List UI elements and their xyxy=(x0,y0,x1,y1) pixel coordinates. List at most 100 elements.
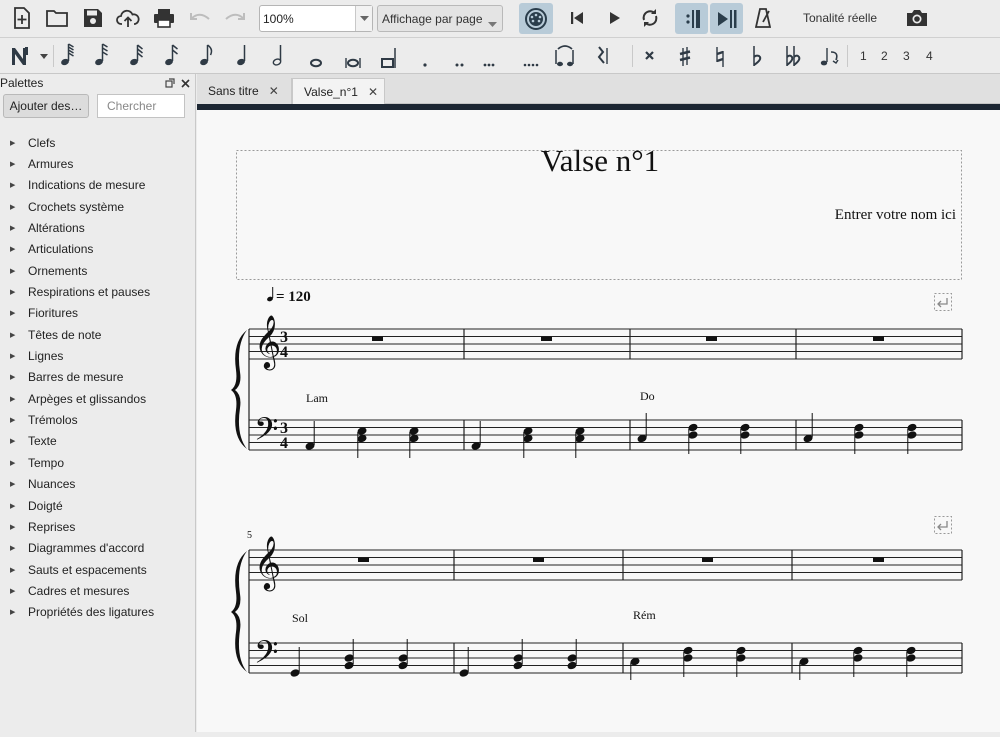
natural-icon[interactable] xyxy=(716,47,724,67)
bass-clef[interactable]: 𝄢 xyxy=(254,636,278,678)
chord-symbol[interactable]: Do xyxy=(640,389,655,403)
1024th-note-icon[interactable] xyxy=(60,43,74,66)
undock-icon[interactable] xyxy=(164,77,176,89)
treble-staff xyxy=(249,328,962,360)
palette-item-articulations[interactable]: ▶ Articulations xyxy=(0,239,195,260)
treble-clef[interactable]: 𝄞 xyxy=(254,315,281,370)
palette-item-respirations[interactable]: ▶ Respirations et pauses xyxy=(0,281,195,302)
palette-item-fioritures[interactable]: ▶ Fioritures xyxy=(0,303,195,324)
palette-item-armures[interactable]: ▶ Armures xyxy=(0,153,195,174)
palette-item-crochets-systeme[interactable]: ▶ Crochets système xyxy=(0,196,195,217)
line-break-icon[interactable] xyxy=(934,293,952,311)
undo-icon[interactable] xyxy=(188,6,212,30)
add-palettes-button[interactable]: Ajouter des… xyxy=(3,94,89,118)
grand-staff-brace[interactable] xyxy=(231,330,247,449)
tab-sans-titre[interactable]: Sans titre ✕ xyxy=(197,78,292,104)
pan-score-toggle[interactable] xyxy=(710,3,743,34)
note-input-toolbar: 1 2 3 4 xyxy=(0,38,1000,74)
close-tab-icon[interactable]: ✕ xyxy=(269,84,279,98)
flat-icon[interactable] xyxy=(753,46,762,66)
augmentation-dot-icon[interactable] xyxy=(423,63,427,67)
loop-icon[interactable] xyxy=(638,6,662,30)
voice-4-button[interactable]: 4 xyxy=(926,49,933,63)
palette-item-lignes[interactable]: ▶ Lignes xyxy=(0,345,195,366)
chord-symbol[interactable]: Sol xyxy=(292,611,309,625)
palette-item-label: Propriétés des ligatures xyxy=(28,605,155,620)
voice-1-button[interactable]: 1 xyxy=(860,49,867,63)
voice-3-button[interactable]: 3 xyxy=(903,49,910,63)
palette-item-tetes-de-note[interactable]: ▶ Têtes de note xyxy=(0,324,195,345)
tie-icon[interactable] xyxy=(555,45,574,67)
chord-symbol[interactable]: Lam xyxy=(306,391,329,405)
play-icon[interactable] xyxy=(604,7,626,29)
bass-clef[interactable]: 𝄢 xyxy=(254,413,278,455)
16th-note-icon[interactable] xyxy=(199,44,213,66)
save-icon[interactable] xyxy=(81,6,105,30)
rest-icon[interactable] xyxy=(597,46,608,64)
open-folder-icon[interactable] xyxy=(45,6,69,30)
palette-item-reprises[interactable]: ▶ Reprises xyxy=(0,516,195,537)
view-mode-select[interactable]: Affichage par page xyxy=(377,5,503,32)
palette-item-texte[interactable]: ▶ Texte xyxy=(0,431,195,452)
palette-item-arpeges[interactable]: ▶ Arpèges et glissandos xyxy=(0,388,195,409)
quarter-note-icon[interactable] xyxy=(236,45,246,66)
sharp-icon[interactable] xyxy=(679,47,691,66)
treble-clef[interactable]: 𝄞 xyxy=(254,536,281,591)
palette-item-tempo[interactable]: ▶ Tempo xyxy=(0,452,195,473)
palette-item-diagrammes-accord[interactable]: ▶ Diagrammes d'accord xyxy=(0,538,195,559)
palette-item-clefs[interactable]: ▶ Clefs xyxy=(0,132,195,153)
midi-input-toggle[interactable] xyxy=(519,3,553,34)
double-sharp-icon[interactable] xyxy=(645,51,654,60)
score-canvas[interactable]: Valse n°1 Entrer votre nom ici = 120 𝄞 𝄢… xyxy=(197,110,1000,732)
rewind-icon[interactable] xyxy=(566,7,588,29)
score-title[interactable]: Valse n°1 xyxy=(541,143,659,178)
time-sig-den[interactable]: 4 xyxy=(280,435,288,452)
print-icon[interactable] xyxy=(152,6,176,30)
tempo-marking[interactable]: = 120 xyxy=(266,287,311,305)
palette-item-cadres[interactable]: ▶ Cadres et mesures xyxy=(0,580,195,601)
flip-direction-icon[interactable] xyxy=(820,48,839,66)
close-icon[interactable] xyxy=(179,77,191,89)
palette-item-indications-de-mesure[interactable]: ▶ Indications de mesure xyxy=(0,175,195,196)
chord-symbol[interactable]: Rém xyxy=(633,608,656,622)
play-repeats-toggle[interactable] xyxy=(675,3,708,34)
note-input-mode-icon[interactable] xyxy=(8,42,48,70)
palette-item-doigte[interactable]: ▶ Doigté xyxy=(0,495,195,516)
line-break-icon[interactable] xyxy=(934,516,952,534)
metronome-icon[interactable] xyxy=(752,6,774,30)
redo-icon[interactable] xyxy=(223,6,247,30)
zoom-select[interactable]: 100% xyxy=(259,5,373,32)
triple-dot-icon[interactable] xyxy=(483,63,495,67)
palette-search-input[interactable] xyxy=(97,94,185,118)
half-note-icon[interactable] xyxy=(272,45,282,66)
palette-item-tremolos[interactable]: ▶ Trémolos xyxy=(0,409,195,430)
64th-note-icon[interactable] xyxy=(129,44,143,66)
double-flat-icon[interactable] xyxy=(786,46,801,66)
note-durations xyxy=(60,43,495,68)
whole-note-icon[interactable] xyxy=(310,58,322,68)
512th-note-icon[interactable] xyxy=(94,43,108,66)
double-dot-icon[interactable] xyxy=(455,63,464,67)
camera-icon[interactable] xyxy=(904,6,930,30)
palette-item-barres-de-mesure[interactable]: ▶ Barres de mesure xyxy=(0,367,195,388)
breve-icon[interactable] xyxy=(345,58,361,68)
concert-pitch-button[interactable]: Tonalité réelle xyxy=(803,11,877,25)
tab-valse[interactable]: Valse_n°1 ✕ xyxy=(292,78,385,104)
quadruple-dot-icon[interactable] xyxy=(523,63,539,67)
grand-staff-brace[interactable] xyxy=(231,551,247,672)
palette-item-label: Tempo xyxy=(28,455,65,470)
palette-item-ligatures[interactable]: ▶ Propriétés des ligatures xyxy=(0,602,195,623)
new-score-icon[interactable] xyxy=(10,6,34,30)
palette-item-nuances[interactable]: ▶ Nuances xyxy=(0,474,195,495)
composer-text[interactable]: Entrer votre nom ici xyxy=(835,207,956,223)
palette-item-ornements[interactable]: ▶ Ornements xyxy=(0,260,195,281)
time-sig-den[interactable]: 4 xyxy=(280,344,288,361)
palette-item-sauts[interactable]: ▶ Sauts et espacements xyxy=(0,559,195,580)
close-tab-icon[interactable]: ✕ xyxy=(368,85,378,99)
upload-cloud-icon[interactable] xyxy=(115,6,141,30)
32nd-note-icon[interactable] xyxy=(164,44,178,66)
longa-icon[interactable] xyxy=(381,48,396,68)
palette-item-alterations[interactable]: ▶ Altérations xyxy=(0,217,195,238)
palette-item-label: Indications de mesure xyxy=(28,178,146,193)
voice-2-button[interactable]: 2 xyxy=(881,49,888,63)
